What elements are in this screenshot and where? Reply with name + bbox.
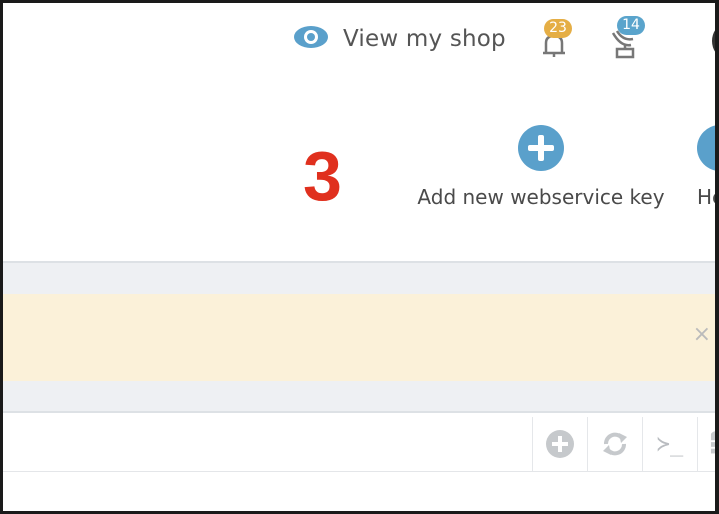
help-button[interactable]: He — [697, 125, 715, 209]
database-icon[interactable] — [697, 417, 715, 471]
add-new-webservice-key-label: Add new webservice key — [417, 185, 665, 209]
step-annotation-number: 3 — [303, 137, 342, 215]
screenshot-frame: View my shop 23 14 3 Add new webservice … — [0, 0, 719, 514]
customers-badge: 14 — [617, 16, 645, 35]
sql-symbol: ≻_ — [656, 431, 684, 457]
avatar-icon[interactable] — [712, 25, 715, 57]
header-bar: View my shop 23 14 — [3, 3, 715, 81]
alert-message: × — [3, 294, 715, 381]
divider — [3, 471, 715, 472]
spacer-band — [3, 381, 715, 412]
view-my-shop-label: View my shop — [343, 26, 506, 52]
refresh-icon[interactable] — [587, 417, 642, 471]
view-my-shop-link[interactable]: View my shop — [293, 25, 506, 53]
divider — [3, 411, 715, 413]
help-label: He — [697, 185, 715, 209]
help-icon — [697, 125, 715, 171]
eye-icon — [293, 25, 329, 53]
add-icon[interactable] — [532, 417, 587, 471]
panel-toolbar: ≻_ — [532, 417, 715, 471]
close-icon[interactable]: × — [693, 322, 711, 347]
notifications-badge: 23 — [544, 19, 572, 38]
add-circle-icon — [518, 125, 564, 171]
sql-query-icon[interactable]: ≻_ — [642, 417, 697, 471]
add-new-webservice-key-button[interactable]: Add new webservice key — [411, 125, 671, 209]
spacer-band — [3, 263, 715, 294]
